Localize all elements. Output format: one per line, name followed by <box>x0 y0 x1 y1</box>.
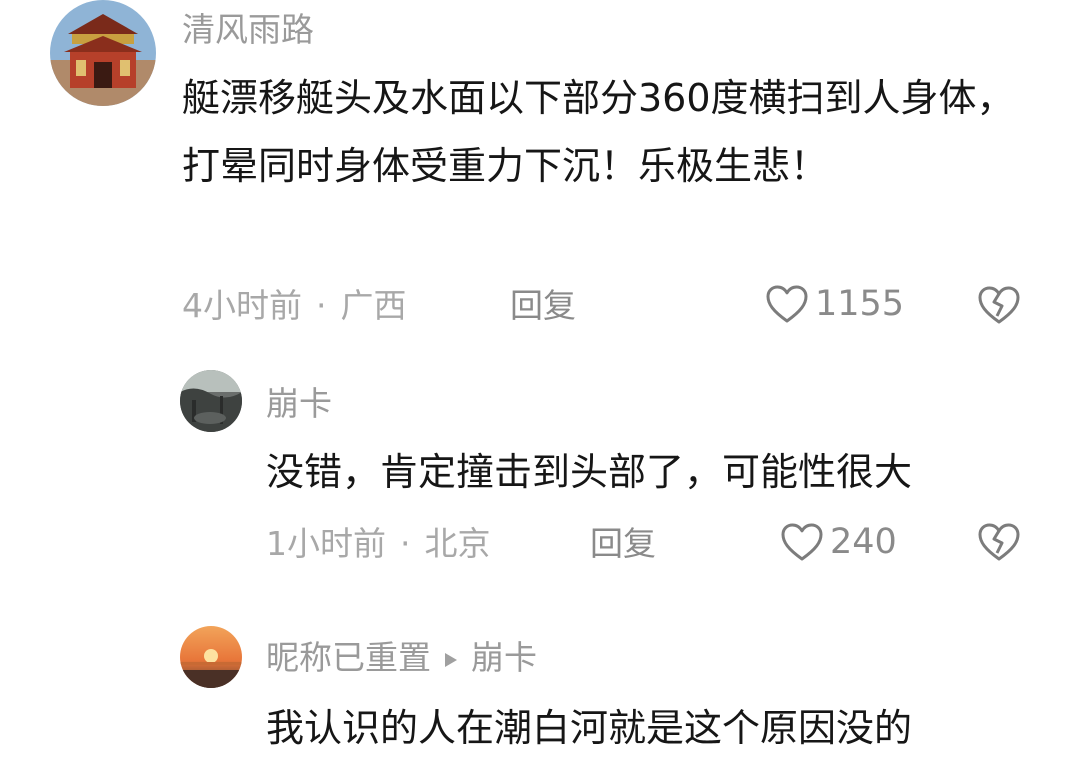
broken-heart-icon[interactable] <box>976 284 1022 326</box>
comment-location: 北京 <box>424 524 491 563</box>
comment-text: 我认识的人在潮白河就是这个原因没的 <box>266 706 913 750</box>
reply-to-username[interactable]: 崩卡 <box>471 638 537 677</box>
like-count: 1155 <box>815 284 905 324</box>
meta-separator: · <box>316 286 327 325</box>
avatar[interactable] <box>180 626 242 688</box>
comment-username[interactable]: 昵称已重置 <box>266 638 431 677</box>
comment-time: 4小时前 <box>182 286 302 325</box>
heart-outline-icon <box>765 284 809 324</box>
reply-button[interactable]: 回复 <box>590 524 656 564</box>
avatar[interactable] <box>180 370 242 432</box>
comment-time: 1小时前 <box>266 524 386 563</box>
comment-location: 广西 <box>340 286 407 325</box>
reply-header: 昵称已重置 崩卡 <box>266 638 537 678</box>
like-button[interactable]: 1155 <box>765 284 904 324</box>
like-count: 240 <box>830 522 897 562</box>
broken-heart-icon[interactable] <box>976 521 1022 563</box>
triangle-right-icon <box>443 651 459 669</box>
comment-username[interactable]: 清风雨路 <box>182 10 314 50</box>
comment-text: 艇漂移艇头及水面以下部分360度横扫到人身体，打晕同时身体受重力下沉！乐极生悲！ <box>182 76 1015 188</box>
meta-separator: · <box>400 524 411 563</box>
comment-meta: 1小时前 · 北京 <box>266 524 491 564</box>
comment-text: 没错，肯定撞击到头部了，可能性很大 <box>266 450 913 494</box>
like-button[interactable]: 240 <box>780 522 897 562</box>
comment-username[interactable]: 崩卡 <box>266 384 332 424</box>
reply-button[interactable]: 回复 <box>510 286 576 326</box>
heart-outline-icon <box>780 522 824 562</box>
comment-meta: 4小时前 · 广西 <box>182 286 407 326</box>
avatar[interactable] <box>50 0 156 106</box>
